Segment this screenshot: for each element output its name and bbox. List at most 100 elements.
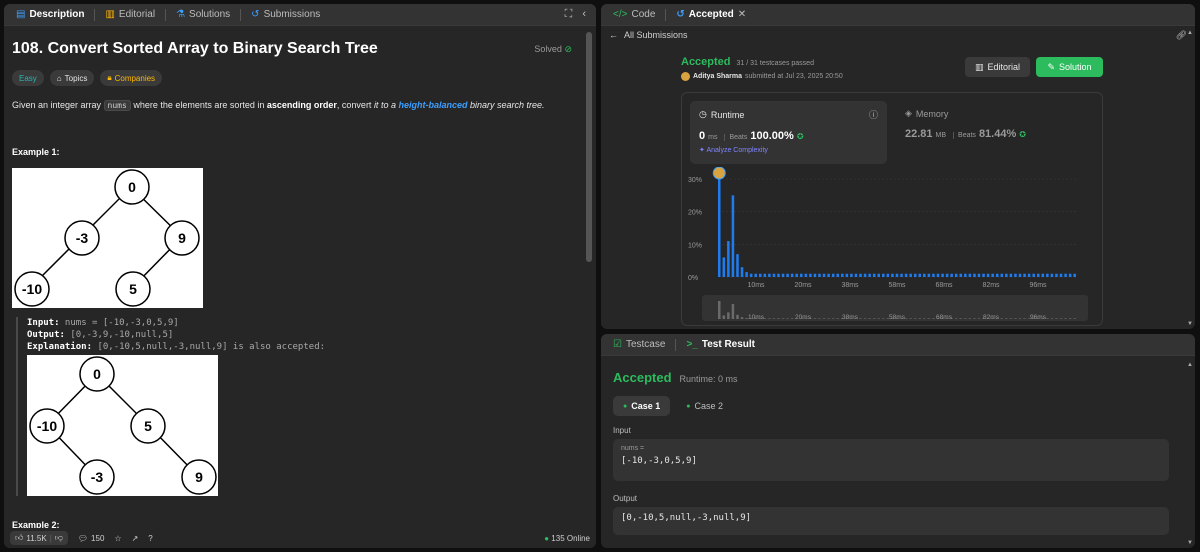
histogram-bar[interactable] xyxy=(868,273,871,277)
histogram-bar[interactable] xyxy=(1000,273,1004,277)
histogram-bar[interactable] xyxy=(845,273,849,277)
histogram-bar[interactable] xyxy=(964,273,967,277)
histogram-bar[interactable] xyxy=(927,273,931,277)
username[interactable]: Aditya Sharma xyxy=(693,73,742,80)
histogram-bar[interactable] xyxy=(781,273,785,277)
avatar[interactable] xyxy=(681,72,690,81)
close-icon[interactable]: ✕ xyxy=(738,9,746,20)
histogram-bar[interactable] xyxy=(1041,273,1045,277)
histogram-bar[interactable] xyxy=(763,273,767,277)
histogram-bar[interactable] xyxy=(745,272,748,277)
histogram-bar[interactable] xyxy=(895,273,899,277)
tab-testcase[interactable]: ☑ Testcase xyxy=(607,334,671,356)
histogram-bar[interactable] xyxy=(759,273,762,277)
case-2-tab[interactable]: ● Case 2 xyxy=(676,396,733,416)
your-submission-avatar[interactable] xyxy=(712,167,726,180)
histogram-bar[interactable] xyxy=(968,273,972,277)
link-icon[interactable]: 🔗︎ xyxy=(1176,30,1187,41)
histogram-bar[interactable] xyxy=(822,273,826,277)
info-icon[interactable]: ⓘ xyxy=(869,108,878,121)
tab-accepted[interactable]: ↺ Accepted ✕ xyxy=(670,4,752,26)
histogram-bar[interactable] xyxy=(836,273,839,277)
histogram-bar[interactable] xyxy=(923,273,926,277)
histogram-bar[interactable] xyxy=(877,273,880,277)
solution-button[interactable]: ✎ Solution xyxy=(1036,57,1103,77)
all-submissions-link[interactable]: All Submissions xyxy=(624,30,688,40)
runtime-distribution-chart[interactable]: 30% 20% 10% 0% 10ms 20ms 38ms 58ms 68ms 82ms 96ms 1… xyxy=(682,167,1102,325)
runtime-card[interactable]: ◷ Runtime ⓘ 0 ms Beats 100.00% ✪ ✦ Analy… xyxy=(690,101,887,164)
histogram-bar[interactable] xyxy=(891,273,894,277)
tab-submissions[interactable]: ↺ Submissions xyxy=(245,4,326,26)
comments-button[interactable]: 💬︎ 150 xyxy=(78,534,105,543)
tab-description[interactable]: ▤ Description xyxy=(10,4,90,26)
histogram-bar[interactable] xyxy=(1068,273,1072,277)
memory-card[interactable]: ◈ Memory 22.81 MB Beats 81.44% ✪ xyxy=(896,101,1086,164)
thumbs-down-icon[interactable]: 👎︎ xyxy=(55,533,63,543)
input-box[interactable]: nums = [-10,-3,0,5,9] xyxy=(613,439,1169,481)
scroll-down-icon[interactable]: ▼ xyxy=(1187,321,1193,327)
maximize-icon[interactable]: ⛶ xyxy=(565,8,573,21)
tab-test-result[interactable]: >_ Test Result xyxy=(680,334,761,356)
histogram-bar[interactable] xyxy=(777,273,780,277)
histogram-bar[interactable] xyxy=(786,273,789,277)
histogram-bar[interactable] xyxy=(959,273,963,277)
star-icon[interactable]: ☆ xyxy=(114,534,121,543)
histogram-bar[interactable] xyxy=(1036,273,1040,277)
histogram-bar[interactable] xyxy=(790,273,794,277)
histogram-bar[interactable] xyxy=(718,179,721,277)
histogram-bar[interactable] xyxy=(740,267,744,277)
histogram-bar[interactable] xyxy=(954,273,958,277)
histogram-bar[interactable] xyxy=(1064,273,1067,277)
histogram-bar[interactable] xyxy=(1023,273,1026,277)
histogram-bar[interactable] xyxy=(818,273,821,277)
histogram-bar[interactable] xyxy=(1014,273,1017,277)
histogram-bar[interactable] xyxy=(909,273,912,277)
histogram-bar[interactable] xyxy=(995,273,999,277)
analyze-complexity-link[interactable]: ✦ Analyze Complexity xyxy=(699,146,878,154)
share-icon[interactable]: ↗ xyxy=(132,534,139,543)
histogram-bar[interactable] xyxy=(841,273,844,277)
histogram-bar[interactable] xyxy=(772,273,776,277)
histogram-bar[interactable] xyxy=(950,273,953,277)
histogram-bar[interactable] xyxy=(1050,273,1054,277)
histogram-bar[interactable] xyxy=(900,273,903,277)
histogram-bar[interactable] xyxy=(986,273,990,277)
collapse-icon[interactable]: ‹ xyxy=(582,8,586,21)
histogram-bar[interactable] xyxy=(1018,273,1022,277)
histogram-bar[interactable] xyxy=(904,273,908,277)
help-icon[interactable]: ? xyxy=(148,534,152,543)
histogram-bar[interactable] xyxy=(945,273,949,277)
histogram-bar[interactable] xyxy=(854,273,858,277)
tab-editorial[interactable]: ▥ Editorial xyxy=(99,4,161,26)
histogram-bar[interactable] xyxy=(918,273,922,277)
histogram-bar[interactable] xyxy=(941,273,944,277)
companies-chip[interactable]: 🔒︎ Companies xyxy=(100,70,163,86)
histogram-bar[interactable] xyxy=(749,273,753,277)
histogram-bar[interactable] xyxy=(831,273,835,277)
histogram-bar[interactable] xyxy=(736,254,739,277)
description-scrollbar[interactable] xyxy=(586,32,592,262)
histogram-bar[interactable] xyxy=(913,273,917,277)
histogram-bar[interactable] xyxy=(1032,273,1035,277)
editorial-button[interactable]: ▥ Editorial xyxy=(965,57,1030,77)
histogram-bar[interactable] xyxy=(800,273,803,277)
histogram-bar[interactable] xyxy=(1046,273,1049,277)
histogram-bar[interactable] xyxy=(722,257,726,277)
arrow-left-icon[interactable]: ← xyxy=(609,30,618,40)
histogram-bar[interactable] xyxy=(886,273,890,277)
tab-solutions[interactable]: ⚗ Solutions xyxy=(170,4,236,26)
histogram-bar[interactable] xyxy=(863,273,867,277)
topics-chip[interactable]: ⌂ Topics xyxy=(49,70,95,86)
histogram-bar[interactable] xyxy=(859,273,862,277)
histogram-bar[interactable] xyxy=(768,273,771,277)
histogram-bar[interactable] xyxy=(1055,273,1058,277)
histogram-bar[interactable] xyxy=(982,273,985,277)
histogram-bar[interactable] xyxy=(827,273,830,277)
histogram-bar[interactable] xyxy=(973,273,976,277)
histogram-bar[interactable] xyxy=(813,273,817,277)
height-balanced-link[interactable]: height-balanced xyxy=(398,100,467,110)
histogram-bar[interactable] xyxy=(977,273,981,277)
histogram-bar[interactable] xyxy=(795,273,798,277)
histogram-bar[interactable] xyxy=(731,195,735,277)
histogram-bar[interactable] xyxy=(991,273,994,277)
